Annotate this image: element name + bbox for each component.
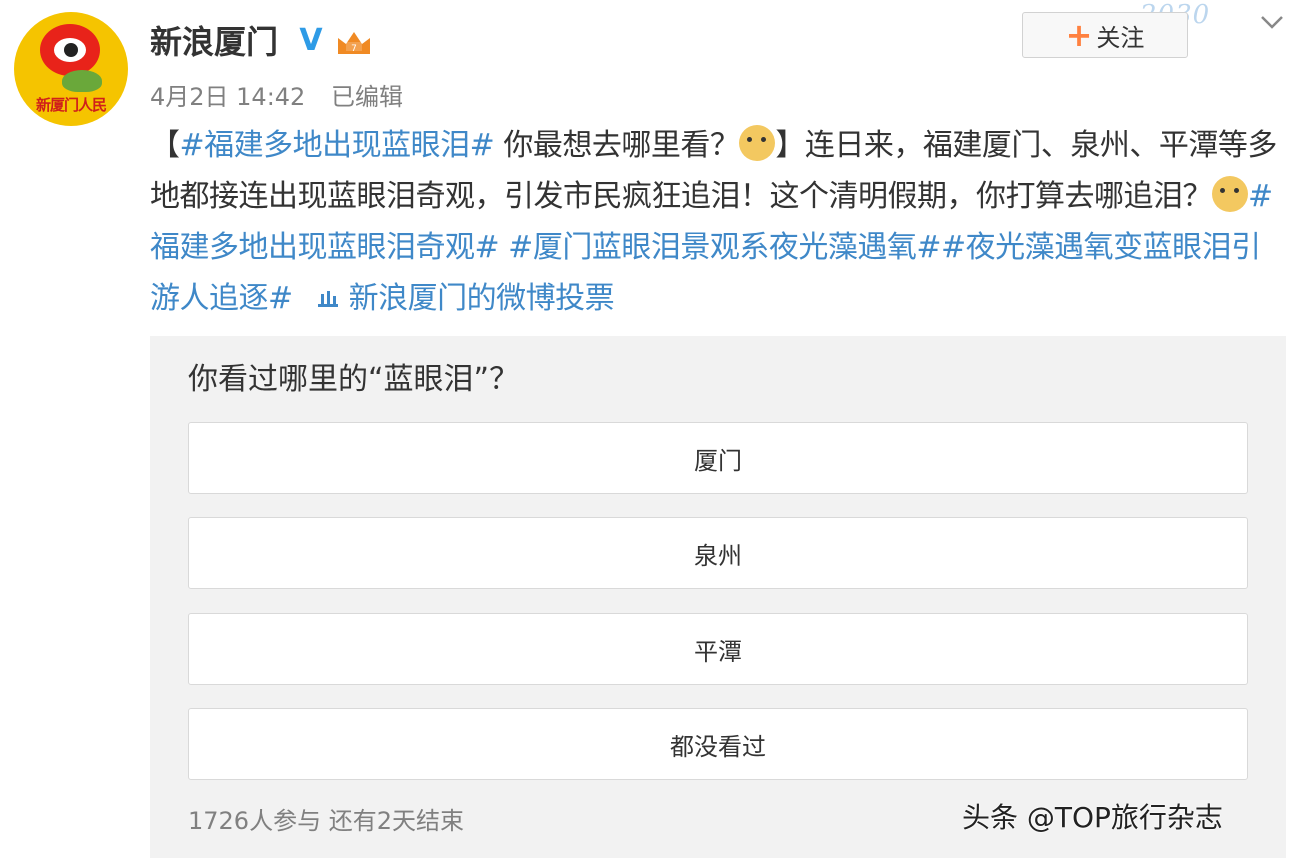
vote-link[interactable]: 新浪厦门的微博投票 — [349, 281, 615, 316]
watermark: 新浪 头条 @TOP旅行杂志 — [962, 800, 1223, 836]
poll-option[interactable]: 泉州 — [188, 517, 1248, 589]
svg-text:7: 7 — [351, 44, 357, 54]
poll-option[interactable]: 厦门 — [188, 422, 1248, 494]
member-crown-icon: 7 — [338, 32, 370, 54]
weibo-eye-logo — [40, 24, 100, 76]
poll-option[interactable]: 平潭 — [188, 613, 1248, 685]
chevron-down-icon[interactable] — [1256, 10, 1288, 34]
vote-icon — [317, 291, 338, 307]
poll-card: 你看过哪里的“蓝眼泪”？ 厦门 泉州 平潭 都没看过 1726人参与 还有2天结… — [150, 336, 1286, 858]
post-meta: 4月2日 14:42 已编辑 — [150, 82, 421, 112]
poll-option[interactable]: 都没看过 — [188, 708, 1248, 780]
post-text: 【#福建多地出现蓝眼泪# 你最想去哪里看？ 】连日来，福建厦门、泉州、平潭等多地都… — [150, 120, 1288, 324]
verified-icon: V — [299, 23, 323, 58]
poll-question: 你看过哪里的“蓝眼泪”？ — [188, 362, 520, 397]
poll-footer: 1726人参与 还有2天结束 — [188, 807, 464, 835]
post-text-segment: 你最想去哪里看？ — [494, 128, 740, 163]
bracket: 【 — [150, 128, 180, 163]
plus-icon: + — [1065, 16, 1093, 54]
hashtag-link[interactable]: #福建多地出现蓝眼泪# — [180, 128, 495, 163]
post-time[interactable]: 4月2日 14:42 — [150, 83, 305, 111]
follow-label: 关注 — [1096, 23, 1145, 52]
watermark-text: 头条 @TOP旅行杂志 — [962, 801, 1223, 834]
avatar[interactable]: 新厦门人民 — [14, 12, 128, 126]
doge-emoji-icon — [1212, 176, 1248, 212]
username[interactable]: 新浪厦门 — [150, 20, 278, 64]
doge-emoji-icon — [739, 125, 776, 161]
edited-label[interactable]: 已编辑 — [331, 83, 403, 111]
avatar-text: 新厦门人民 — [35, 96, 107, 114]
follow-button[interactable]: + 关注 — [1022, 12, 1188, 58]
avatar-decoration — [62, 70, 102, 92]
